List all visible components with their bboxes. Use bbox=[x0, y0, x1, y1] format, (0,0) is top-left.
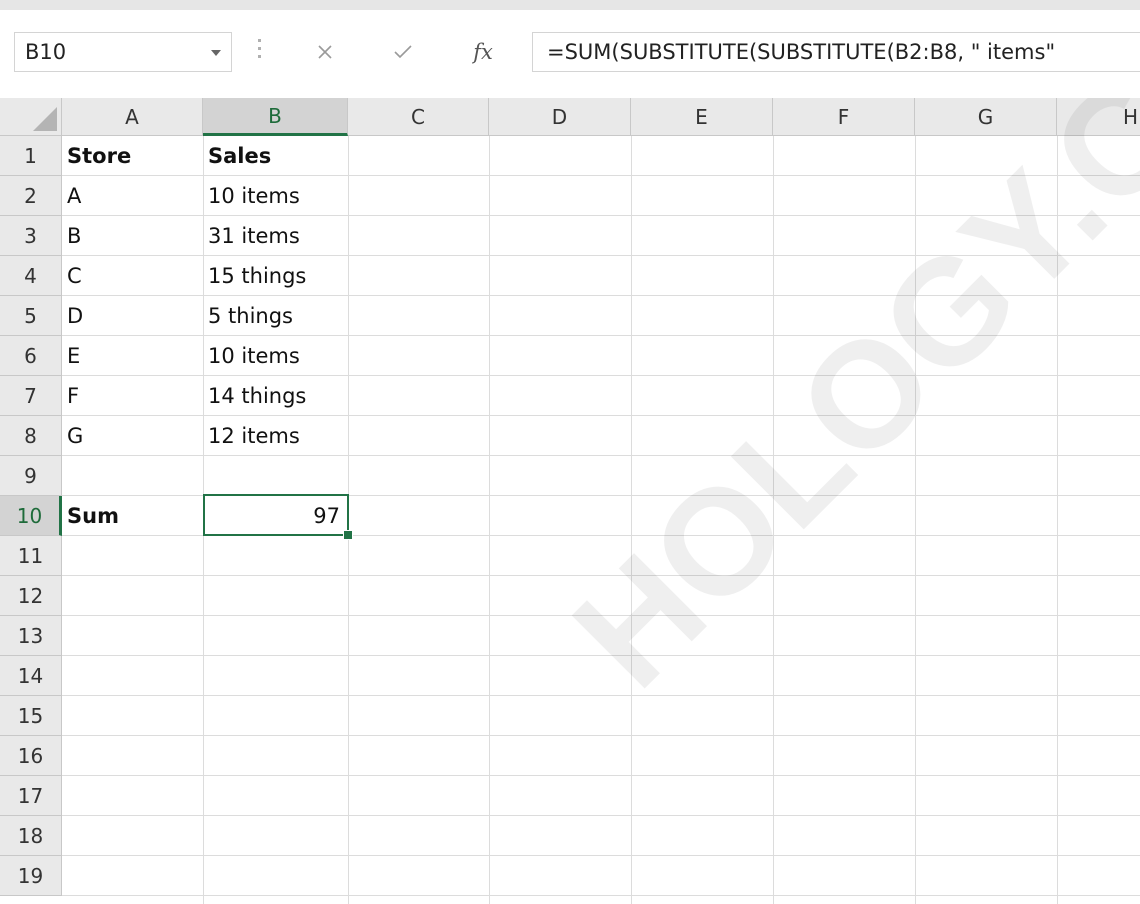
enter-button[interactable] bbox=[378, 32, 428, 72]
row-header-12[interactable]: 12 bbox=[0, 576, 62, 616]
row-header-6[interactable]: 6 bbox=[0, 336, 62, 376]
cell-a2[interactable]: A bbox=[62, 176, 203, 216]
column-header-f[interactable]: F bbox=[773, 98, 915, 136]
row-header-14[interactable]: 14 bbox=[0, 656, 62, 696]
cell-b5[interactable]: 5 things bbox=[203, 296, 348, 336]
row-header-2[interactable]: 2 bbox=[0, 176, 62, 216]
gridline bbox=[773, 136, 774, 904]
row-header-16[interactable]: 16 bbox=[0, 736, 62, 776]
name-box-value: B10 bbox=[25, 40, 67, 64]
gridline bbox=[62, 575, 1140, 576]
column-header-g[interactable]: G bbox=[915, 98, 1057, 136]
cell-a6[interactable]: E bbox=[62, 336, 203, 376]
cell-a5[interactable]: D bbox=[62, 296, 203, 336]
row-header-13[interactable]: 13 bbox=[0, 616, 62, 656]
row-header-5[interactable]: 5 bbox=[0, 296, 62, 336]
column-header-h[interactable]: H bbox=[1057, 98, 1140, 136]
row-header-19[interactable]: 19 bbox=[0, 856, 62, 896]
formula-input[interactable]: =SUM(SUBSTITUTE(SUBSTITUTE(B2:B8, " item… bbox=[532, 32, 1140, 72]
select-all-button[interactable] bbox=[0, 98, 62, 136]
cancel-button[interactable] bbox=[300, 32, 350, 72]
row-header-9[interactable]: 9 bbox=[0, 456, 62, 496]
cell-b3[interactable]: 31 items bbox=[203, 216, 348, 256]
column-header-b[interactable]: B bbox=[203, 98, 348, 136]
chevron-down-icon[interactable] bbox=[211, 50, 221, 56]
formula-bar: B10 fx =SUM(SUBSTITUTE(SUBSTITUTE(B2:B8,… bbox=[0, 10, 1140, 98]
row-header-15[interactable]: 15 bbox=[0, 696, 62, 736]
gridline bbox=[489, 136, 490, 904]
grip-icon[interactable] bbox=[258, 36, 262, 66]
worksheet-grid[interactable]: A B C D E F G H 1 2 3 4 5 6 7 8 9 10 11 … bbox=[0, 98, 1140, 904]
cell-a10[interactable]: Sum bbox=[62, 496, 203, 536]
row-header-10[interactable]: 10 bbox=[0, 496, 62, 536]
cell-a8[interactable]: G bbox=[62, 416, 203, 456]
row-header-18[interactable]: 18 bbox=[0, 816, 62, 856]
gridline bbox=[62, 815, 1140, 816]
row-header-11[interactable]: 11 bbox=[0, 536, 62, 576]
fill-handle[interactable] bbox=[343, 530, 353, 540]
row-header-4[interactable]: 4 bbox=[0, 256, 62, 296]
select-all-icon bbox=[33, 107, 57, 131]
cell-b2[interactable]: 10 items bbox=[203, 176, 348, 216]
cell-b4[interactable]: 15 things bbox=[203, 256, 348, 296]
cell-b1[interactable]: Sales bbox=[203, 136, 348, 176]
gridline bbox=[1057, 136, 1058, 904]
name-box[interactable]: B10 bbox=[14, 32, 232, 72]
fx-icon: fx bbox=[473, 40, 493, 64]
gridline bbox=[62, 895, 1140, 896]
column-header-c[interactable]: C bbox=[348, 98, 489, 136]
gridline bbox=[915, 136, 916, 904]
gridline bbox=[62, 855, 1140, 856]
watermark: HOLOGY.COM bbox=[541, 98, 1140, 719]
cell-a7[interactable]: F bbox=[62, 376, 203, 416]
cell-a3[interactable]: B bbox=[62, 216, 203, 256]
insert-function-button[interactable]: fx bbox=[458, 32, 508, 72]
close-icon bbox=[318, 45, 332, 59]
column-header-e[interactable]: E bbox=[631, 98, 773, 136]
row-header-17[interactable]: 17 bbox=[0, 776, 62, 816]
gridline bbox=[631, 136, 632, 904]
row-header-3[interactable]: 3 bbox=[0, 216, 62, 256]
cell-b8[interactable]: 12 items bbox=[203, 416, 348, 456]
window-top-strip bbox=[0, 0, 1140, 10]
cell-b6[interactable]: 10 items bbox=[203, 336, 348, 376]
column-header-a[interactable]: A bbox=[62, 98, 203, 136]
column-header-d[interactable]: D bbox=[489, 98, 631, 136]
cell-b7[interactable]: 14 things bbox=[203, 376, 348, 416]
row-header-8[interactable]: 8 bbox=[0, 416, 62, 456]
row-header-1[interactable]: 1 bbox=[0, 136, 62, 176]
gridline bbox=[62, 655, 1140, 656]
cell-a4[interactable]: C bbox=[62, 256, 203, 296]
gridline bbox=[62, 695, 1140, 696]
check-icon bbox=[394, 45, 412, 59]
gridline bbox=[62, 775, 1140, 776]
cell-a1[interactable]: Store bbox=[62, 136, 203, 176]
row-header-7[interactable]: 7 bbox=[0, 376, 62, 416]
active-cell-border bbox=[203, 494, 349, 536]
gridline bbox=[62, 735, 1140, 736]
gridline bbox=[62, 615, 1140, 616]
